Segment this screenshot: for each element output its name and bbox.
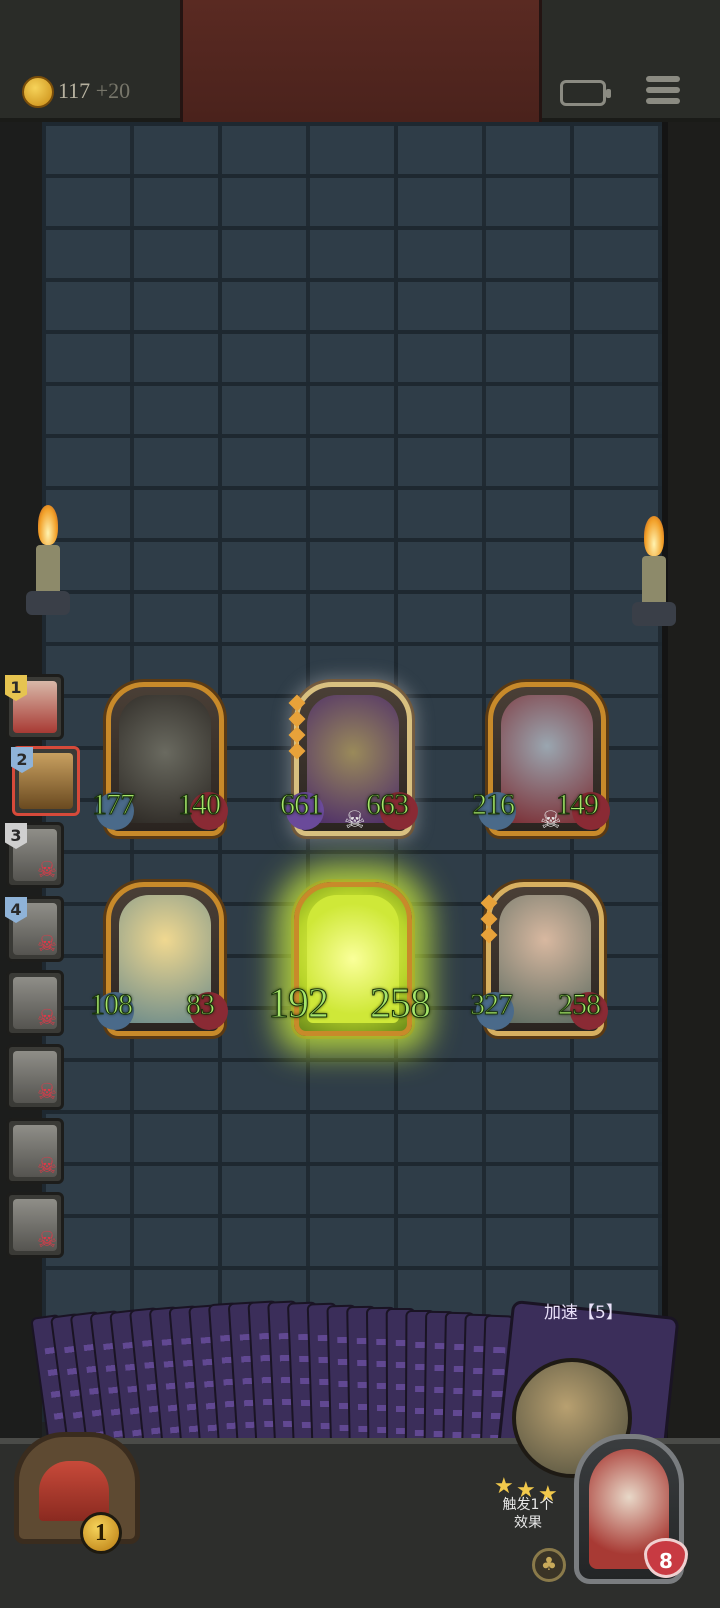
menu-icon[interactable] [646,76,680,106]
queue-slot[interactable]: 3 ☠ [5,822,64,888]
gold-counter: 117 +20 [58,78,130,104]
skull-icon: ☠ [37,932,57,957]
coin-crown-icon [22,76,54,108]
gold-amount: 117 [58,78,91,103]
queue-slot[interactable]: ☠ [6,1118,64,1184]
game-screen: 117 +20 1 2 3 ☠ 4 ☠ ☠ ☠ ☠ ☠ 177 140 ☠ 66… [0,0,720,1608]
spell-card-description: 触发1个效果 [502,1497,554,1531]
queue-slot[interactable]: ☠ [6,1044,64,1110]
spell-card-title: 加速【5】 [544,1303,623,1323]
queue-slot[interactable]: ☠ [6,970,64,1036]
health-stat: 258 [558,988,602,1022]
skull-icon: ☠ [37,858,57,883]
skull-icon: ☠ [37,1006,57,1031]
battery-icon [560,80,611,106]
health-stat: 258 [370,981,432,1028]
health-stat: 663 [366,788,410,822]
health-stat: 140 [178,788,222,822]
attack-stat: 192 [268,981,330,1028]
attack-stat: 177 [92,788,136,822]
skull-icon: ☠ [37,1080,57,1105]
tier-gems [480,894,498,945]
skull-icon: ☠ [344,806,366,834]
attack-stat: 661 [280,788,324,822]
bell-icon[interactable]: ♣ [532,1548,566,1582]
queue-slot[interactable]: ☠ [6,1192,64,1258]
gift-count-badge: 1 [80,1512,122,1554]
curtain-door [180,0,542,122]
attack-stat: 327 [470,988,514,1022]
health-stat: 83 [186,988,216,1022]
torch-icon [632,516,676,646]
health-stat: 149 [556,788,600,822]
right-wall [662,122,720,1442]
tier-gems [288,694,306,761]
attack-stat: 108 [90,988,134,1022]
gold-income: +20 [95,78,131,103]
queue-slot-current[interactable]: 2 [11,746,80,816]
skull-icon: ☠ [37,1154,57,1179]
skull-icon: ☠ [37,1228,57,1253]
queue-slot[interactable]: 1 [5,674,64,740]
top-bar: 117 +20 [0,0,720,122]
attack-stat: 216 [472,788,516,822]
queue-slot[interactable]: 4 ☠ [5,896,64,962]
torch-icon [26,505,70,635]
